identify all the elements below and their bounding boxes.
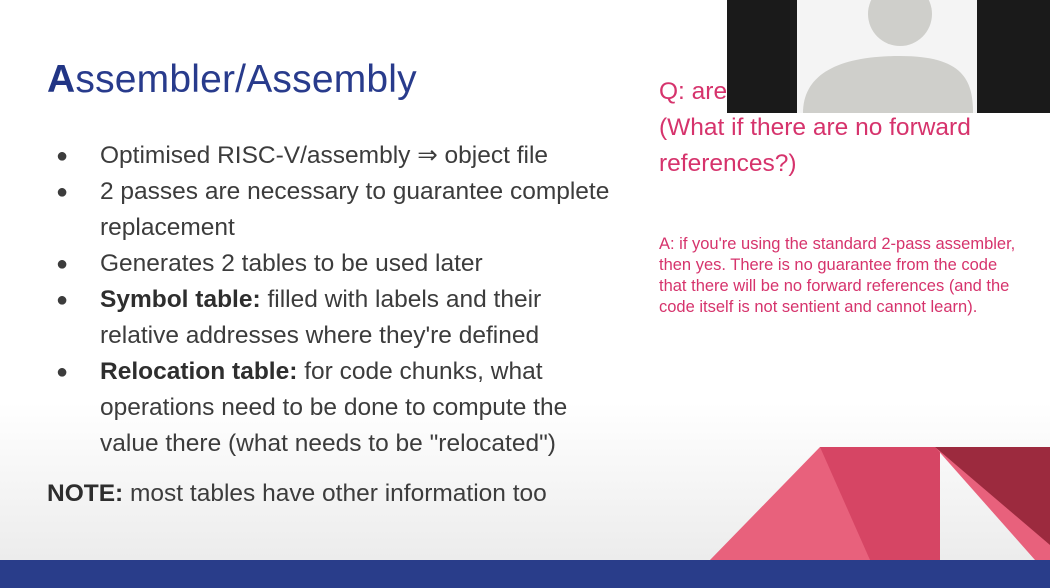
slide: Assembler/Assembly ● Optimised RISC-V/as… — [0, 0, 1050, 560]
webcam-feed — [797, 0, 977, 113]
webcam-overlay — [727, 0, 1050, 113]
person-avatar-icon — [803, 0, 973, 113]
footer-bar — [0, 560, 1050, 588]
